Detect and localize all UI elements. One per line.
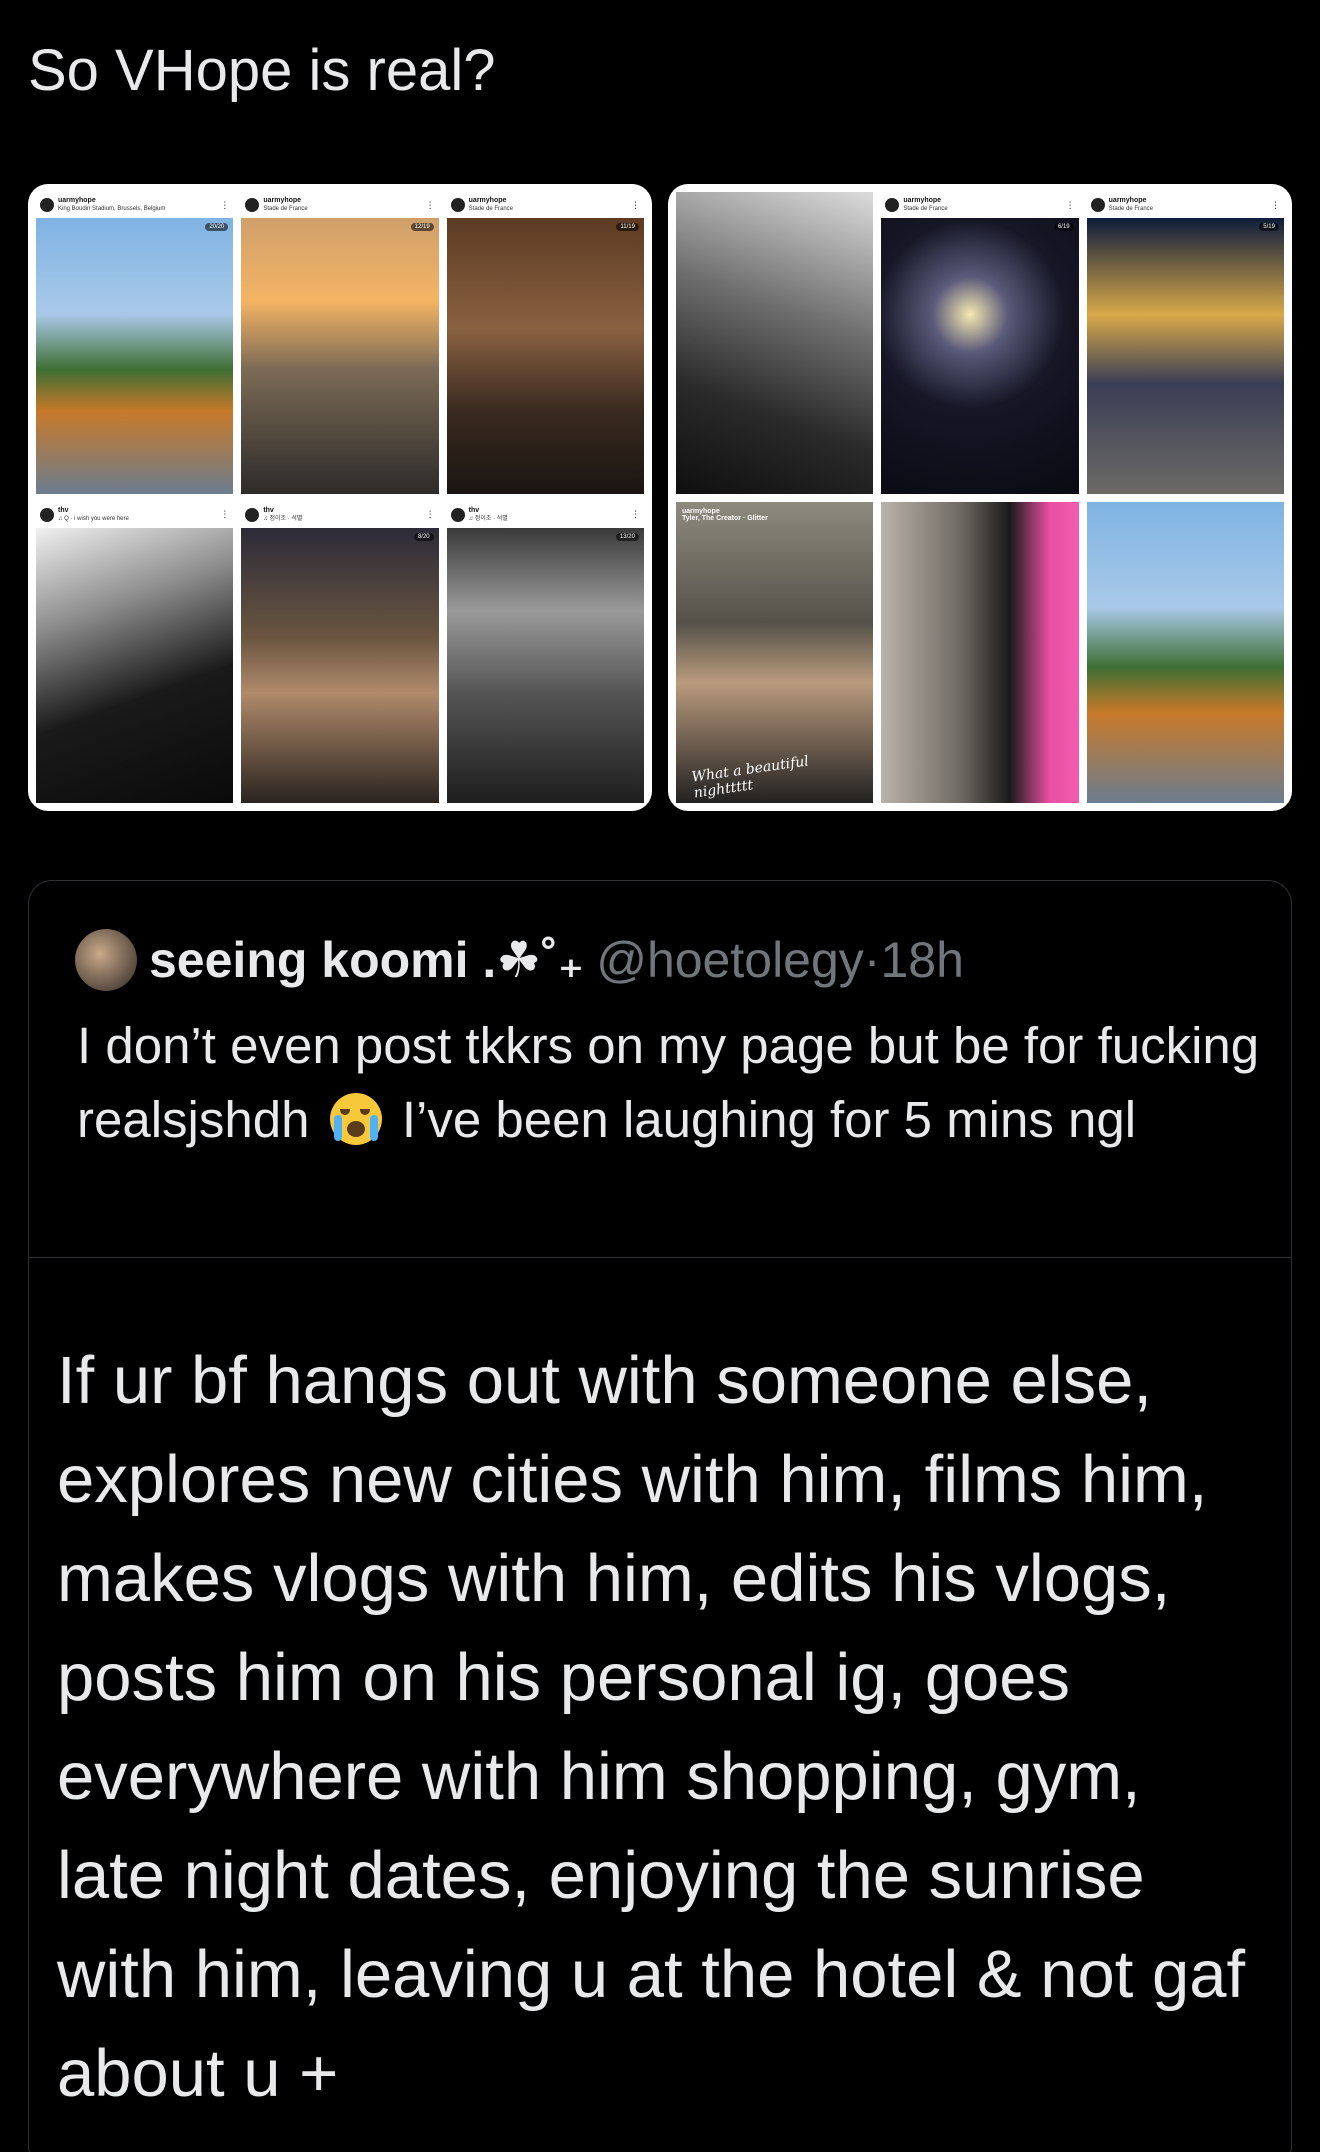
ig-username: thv <box>263 506 274 514</box>
ig-photo: 11/19 <box>446 218 644 494</box>
avatar <box>885 198 900 212</box>
story-username: uarmyhope <box>682 507 720 515</box>
ig-photo: 13/20 <box>446 527 644 803</box>
ig-music: ♫ 정이조 · 석별 <box>263 515 303 522</box>
ig-photo: 12/19 <box>241 218 439 494</box>
avatar <box>245 507 260 522</box>
ig-username: uarmyhope <box>1108 197 1147 204</box>
more-icon: ⋮ <box>425 199 435 210</box>
ig-photo <box>36 527 234 803</box>
ig-post: thv ♫ 정이조 · 석별 ⋮ 13/20 <box>446 501 644 803</box>
ig-photo: 8/20 <box>241 527 439 803</box>
ig-photo <box>676 192 874 494</box>
divider <box>29 1257 1291 1258</box>
ig-post: thv ♫ 정이조 · 석별 ⋮ 8/20 <box>241 501 439 803</box>
ig-post: thv ♫ Q · i wish you were here ⋮ <box>36 501 234 803</box>
timestamp: 18h <box>880 932 964 988</box>
ig-music: ♫ 정이조 · 석별 <box>468 515 508 522</box>
avatar <box>450 507 465 522</box>
ig-post: uarmyhope Stade de France ⋮ 11/19 <box>446 192 644 494</box>
ig-post-header: uarmyhope Stade de France ⋮ <box>1087 192 1284 218</box>
tweet-text: So VHope is real? <box>28 38 496 103</box>
ig-story: uarmyhope Tyler, The Creator · Glitter W… <box>676 501 874 803</box>
avatar <box>245 198 260 212</box>
more-icon: ⋮ <box>220 199 230 210</box>
avatar <box>1090 198 1105 212</box>
ig-post: uarmyhope Stade de France ⋮ 6/19 <box>881 192 1079 494</box>
ig-location: Stade de France <box>1108 206 1154 212</box>
quoted-tweet-text: I don’t even post tkkrs on my page but b… <box>77 1009 1267 1157</box>
ig-photo: 20/20 <box>36 218 234 494</box>
carousel-counter: 11/19 <box>616 223 639 231</box>
ig-post-header: thv ♫ 정이조 · 석별 ⋮ <box>241 502 438 528</box>
quoted-tweet-header: seeing koomi .☘˚₊ @hoetolegy·18h <box>75 929 964 991</box>
story-header: uarmyhope Tyler, The Creator · Glitter <box>682 508 768 522</box>
ig-username: thv <box>468 506 480 514</box>
avatar <box>40 198 54 212</box>
more-icon: ⋮ <box>630 509 640 519</box>
more-icon: ⋮ <box>220 509 230 519</box>
story-caption: What a beautiful nighttttt <box>690 753 810 802</box>
ig-username: uarmyhope <box>58 197 96 204</box>
loudly-crying-face-icon <box>329 1093 382 1145</box>
ig-photo: 5/19 <box>1086 218 1284 494</box>
media-grid[interactable]: uarmyhope King Boudin Stadium, Brussels,… <box>28 184 1292 811</box>
story-music: Tyler, The Creator · Glitter <box>682 514 768 522</box>
more-icon: ⋮ <box>1270 199 1280 210</box>
display-name[interactable]: seeing koomi .☘˚₊ <box>149 931 584 989</box>
ig-post-header: uarmyhope Stade de France ⋮ <box>241 192 438 218</box>
ig-username: uarmyhope <box>903 197 942 204</box>
avatar[interactable] <box>75 929 137 991</box>
ig-post-header: thv ♫ Q · i wish you were here ⋮ <box>36 502 233 528</box>
user-handle[interactable]: @hoetolegy·18h <box>596 931 964 989</box>
ig-username: thv <box>58 506 69 514</box>
carousel-counter: 12/19 <box>410 223 434 231</box>
ig-location: Stade de France <box>468 206 514 212</box>
ig-post-header: uarmyhope Stade de France ⋮ <box>447 192 644 218</box>
carousel-counter: 20/20 <box>205 223 229 231</box>
avatar <box>450 198 465 212</box>
carousel-counter: 6/19 <box>1053 223 1074 231</box>
screenshot-text: If ur bf hangs out with someone else, ex… <box>57 1343 1246 2111</box>
ig-post: uarmyhope Stade de France ⋮ 12/19 <box>241 192 439 494</box>
more-icon: ⋮ <box>1065 199 1075 210</box>
carousel-counter: 8/20 <box>413 532 434 541</box>
ig-post-header: uarmyhope King Boudin Stadium, Brussels,… <box>36 192 233 218</box>
avatar <box>40 507 54 522</box>
media-image-right[interactable]: uarmyhope Stade de France ⋮ 6/19 uarmyho… <box>668 184 1292 811</box>
ig-username: uarmyhope <box>468 197 507 204</box>
ig-username: uarmyhope <box>263 197 302 204</box>
quoted-tweet-text-part2: I’ve been laughing for 5 mins ngl <box>401 1091 1137 1148</box>
more-icon: ⋮ <box>630 199 640 210</box>
ig-location: Stade de France <box>903 206 948 212</box>
carousel-counter: 5/19 <box>1259 223 1279 231</box>
quoted-tweet[interactable]: seeing koomi .☘˚₊ @hoetolegy·18h I don’t… <box>28 880 1292 2152</box>
ig-post: uarmyhope King Boudin Stadium, Brussels,… <box>36 192 234 494</box>
ig-post: uarmyhope Stade de France ⋮ 5/19 <box>1086 192 1284 494</box>
ig-photo <box>881 501 1079 803</box>
ig-location: King Boudin Stadium, Brussels, Belgium <box>58 206 166 212</box>
media-image-left[interactable]: uarmyhope King Boudin Stadium, Brussels,… <box>28 184 652 811</box>
more-icon: ⋮ <box>425 509 435 519</box>
ig-photo <box>1086 501 1284 803</box>
ig-photo: 6/19 <box>881 218 1079 494</box>
ig-post-header: thv ♫ 정이조 · 석별 ⋮ <box>447 502 644 528</box>
ig-music: ♫ Q · i wish you were here <box>58 515 129 522</box>
ig-post-header: uarmyhope Stade de France ⋮ <box>881 192 1078 218</box>
ig-location: Stade de France <box>263 206 308 212</box>
carousel-counter: 13/20 <box>615 532 639 541</box>
